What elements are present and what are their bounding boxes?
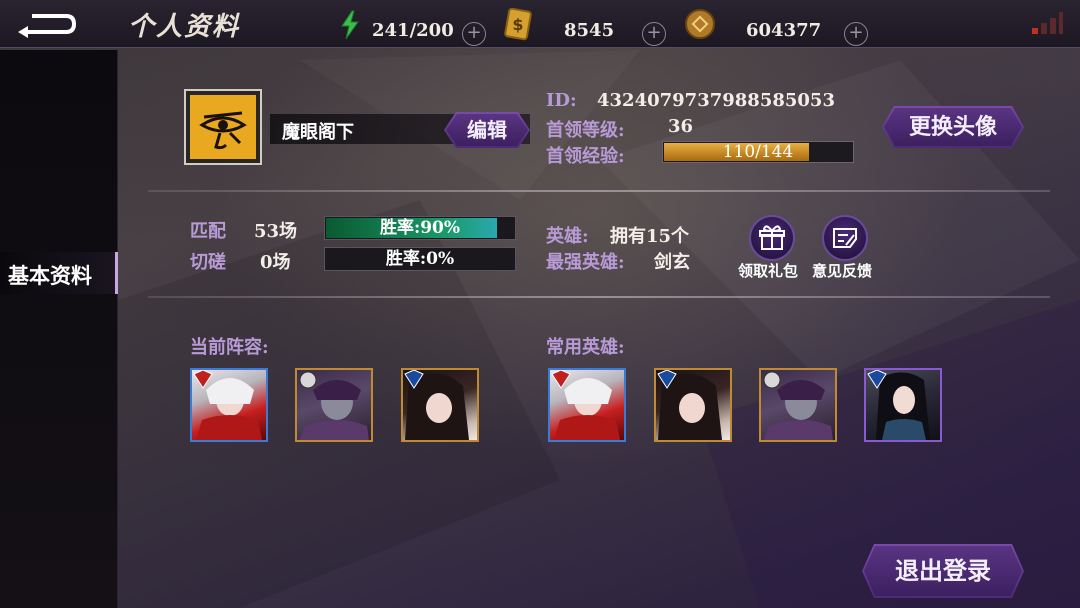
- page-title: 个人资料: [128, 12, 241, 42]
- energy-resource: 241/200 +: [336, 8, 496, 46]
- level-label: 首领等级:: [546, 120, 625, 141]
- hero-portrait[interactable]: [401, 368, 479, 442]
- divider: [148, 190, 1050, 192]
- add-ticket-button[interactable]: +: [642, 22, 666, 46]
- avatar[interactable]: [184, 89, 262, 165]
- coin-icon: [685, 9, 715, 39]
- spar-winrate-bar: 胜率:0%: [324, 247, 516, 271]
- lightning-icon: [341, 10, 359, 40]
- player-name: 魔眼阁下: [282, 122, 354, 143]
- level-value: 36: [668, 116, 694, 137]
- coin-value: 604377: [746, 20, 822, 41]
- add-coin-button[interactable]: +: [844, 22, 868, 46]
- rank-badge-icon: [657, 370, 677, 389]
- logout-button[interactable]: 退出登录: [862, 544, 1024, 598]
- rank-badge-icon: [763, 371, 781, 389]
- exp-progress-bar: 110/144: [662, 141, 854, 163]
- tab-basic-info-label: 基本资料: [8, 263, 92, 288]
- match-winrate-bar: 胜率:90%: [324, 216, 516, 240]
- ticket-icon: $: [504, 8, 532, 41]
- back-button[interactable]: [16, 8, 80, 40]
- rank-badge-icon: [404, 370, 424, 389]
- match-label: 匹配: [190, 221, 226, 242]
- gift-button[interactable]: [749, 215, 795, 261]
- current-lineup-title: 当前阵容:: [190, 337, 269, 358]
- divider: [148, 296, 1050, 298]
- exp-text: 110/144: [722, 142, 794, 162]
- rank-badge-icon: [551, 370, 571, 389]
- id-label: ID:: [546, 90, 577, 111]
- rank-badge-icon: [867, 370, 887, 389]
- match-count: 53场: [254, 221, 298, 242]
- rank-badge-icon: [193, 370, 213, 389]
- back-arrow-icon: [18, 14, 77, 38]
- edit-name-button[interactable]: 编辑: [444, 112, 530, 148]
- energy-value: 241/200: [372, 20, 454, 41]
- spar-count: 0场: [260, 252, 291, 273]
- hero-portrait[interactable]: [548, 368, 626, 442]
- hero-portrait[interactable]: [654, 368, 732, 442]
- rank-badge-icon: [299, 371, 317, 389]
- feedback-label: 意见反馈: [812, 262, 873, 280]
- spar-winrate-text: 胜率:0%: [385, 249, 455, 269]
- strongest-label: 最强英雄:: [546, 252, 625, 273]
- spar-label: 切磋: [190, 252, 226, 273]
- eye-of-horus-icon: [199, 111, 247, 150]
- gift-label: 领取礼包: [738, 262, 799, 280]
- hero-portrait[interactable]: [295, 368, 373, 442]
- hero-label: 英雄:: [546, 226, 589, 247]
- background: [0, 0, 1080, 608]
- hero-portrait[interactable]: [759, 368, 837, 442]
- common-heroes-title: 常用英雄:: [546, 337, 625, 358]
- ticket-resource: $ 8545 +: [502, 8, 672, 46]
- feedback-button[interactable]: [822, 215, 868, 261]
- sidebar: 基本资料: [0, 50, 118, 608]
- svg-text:$: $: [512, 15, 523, 34]
- hero-value: 拥有15个: [610, 226, 690, 247]
- tab-basic-info[interactable]: 基本资料: [0, 252, 118, 294]
- hero-portrait[interactable]: [864, 368, 942, 442]
- ticket-value: 8545: [564, 20, 615, 41]
- signal-icon: [1030, 10, 1064, 36]
- id-value: 4324079737988585053: [597, 90, 835, 111]
- hero-portrait[interactable]: [190, 368, 268, 442]
- add-energy-button[interactable]: +: [462, 22, 486, 46]
- change-avatar-button[interactable]: 更换头像: [882, 106, 1024, 148]
- exp-label: 首领经验:: [546, 146, 625, 167]
- match-winrate-text: 胜率:90%: [379, 218, 461, 238]
- feedback-icon: [833, 228, 857, 248]
- coin-resource: 604377 +: [684, 8, 874, 46]
- strongest-value: 剑玄: [654, 252, 690, 273]
- gift-icon: [759, 225, 785, 250]
- top-bar: 个人资料 241/200 + $ 8545 + 604377 +: [0, 0, 1080, 48]
